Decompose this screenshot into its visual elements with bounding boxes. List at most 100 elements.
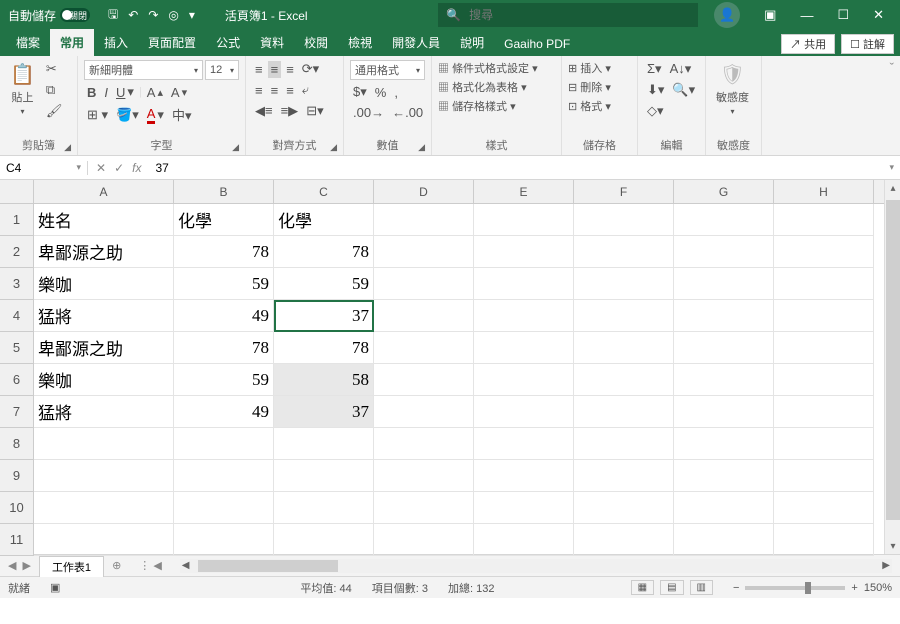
row-header[interactable]: 7 <box>0 396 33 428</box>
row-header[interactable]: 5 <box>0 332 33 364</box>
cell[interactable] <box>34 492 174 524</box>
format-cells-button[interactable]: ⊡ 格式 ▾ <box>568 98 611 114</box>
tab-view[interactable]: 檢視 <box>338 29 382 56</box>
number-format-combo[interactable]: 通用格式▾ <box>350 60 425 80</box>
cell[interactable] <box>674 268 774 300</box>
sheet-tab[interactable]: 工作表1 <box>39 556 104 577</box>
vscroll-thumb[interactable] <box>886 200 900 520</box>
cell[interactable] <box>674 300 774 332</box>
sensitivity-button[interactable]: 🛡敏感度▾ <box>712 60 753 118</box>
cell[interactable] <box>674 332 774 364</box>
tab-data[interactable]: 資料 <box>250 29 294 56</box>
cell[interactable] <box>374 460 474 492</box>
cell[interactable]: 猛將 <box>34 300 174 332</box>
percent-button[interactable]: % <box>372 84 390 101</box>
cell[interactable] <box>34 524 174 556</box>
row-header[interactable]: 2 <box>0 236 33 268</box>
tab-home[interactable]: 常用 <box>50 29 94 56</box>
wrap-text-icon[interactable]: ⤶ <box>299 81 312 99</box>
cell[interactable]: 猛將 <box>34 396 174 428</box>
cell[interactable]: 樂咖 <box>34 364 174 396</box>
tab-file[interactable]: 檔案 <box>6 29 50 56</box>
decrease-indent-icon[interactable]: ◀≡ <box>252 102 276 120</box>
cell[interactable]: 37 <box>274 396 374 428</box>
zoom-slider[interactable] <box>745 586 845 590</box>
format-as-table-button[interactable]: ▦ 格式化為表格 ▾ <box>438 79 538 95</box>
cell[interactable] <box>774 364 874 396</box>
cell[interactable] <box>774 332 874 364</box>
share-button[interactable]: ↗ 共用 <box>781 34 835 54</box>
align-center-icon[interactable]: ≡ <box>268 82 282 99</box>
cell[interactable]: 78 <box>274 332 374 364</box>
cell[interactable] <box>574 396 674 428</box>
cell[interactable] <box>474 204 574 236</box>
bold-button[interactable]: B <box>84 84 99 101</box>
decrease-decimal-icon[interactable]: ←.00 <box>389 104 426 121</box>
cell[interactable] <box>774 268 874 300</box>
row-header[interactable]: 9 <box>0 460 33 492</box>
ribbon-display-icon[interactable]: ▣ <box>764 7 776 23</box>
cell[interactable] <box>674 204 774 236</box>
clipboard-launcher-icon[interactable]: ◢ <box>64 142 71 153</box>
camera-icon[interactable]: ◎ <box>168 8 178 22</box>
formula-input[interactable]: 37 <box>149 161 883 175</box>
cell[interactable] <box>574 300 674 332</box>
cell[interactable] <box>174 460 274 492</box>
cell[interactable] <box>374 236 474 268</box>
row-header[interactable]: 10 <box>0 492 33 524</box>
tab-layout[interactable]: 頁面配置 <box>138 29 206 56</box>
row-header[interactable]: 3 <box>0 268 33 300</box>
increase-font-icon[interactable]: A▴ <box>144 84 166 101</box>
font-launcher-icon[interactable]: ◢ <box>232 142 239 153</box>
cell[interactable] <box>34 460 174 492</box>
scroll-right-icon[interactable]: ▶ <box>882 560 890 571</box>
cell-grid[interactable]: 姓名化學化學卑鄙源之助7878樂咖5959猛將4937卑鄙源之助7878樂咖59… <box>34 204 884 556</box>
cell[interactable] <box>374 428 474 460</box>
cell[interactable]: 78 <box>274 236 374 268</box>
cell[interactable] <box>174 524 274 556</box>
cell[interactable] <box>674 460 774 492</box>
increase-indent-icon[interactable]: ≡▶ <box>278 102 302 120</box>
autosave-toggle[interactable]: 關閉 <box>60 8 90 22</box>
find-select-button[interactable]: 🔍▾ <box>669 81 698 99</box>
col-header[interactable]: G <box>674 180 774 203</box>
align-bottom-icon[interactable]: ≡ <box>283 61 297 78</box>
cell[interactable]: 58 <box>274 364 374 396</box>
select-all-corner[interactable] <box>0 180 34 204</box>
vertical-scrollbar[interactable]: ▴ ▾ <box>884 180 900 554</box>
cell[interactable]: 化學 <box>174 204 274 236</box>
col-header[interactable]: B <box>174 180 274 203</box>
col-header[interactable]: H <box>774 180 874 203</box>
cell[interactable] <box>774 204 874 236</box>
save-icon[interactable]: 🖫 <box>108 5 118 26</box>
col-header[interactable]: D <box>374 180 474 203</box>
zoom-in-icon[interactable]: + <box>851 582 857 594</box>
cell[interactable] <box>374 364 474 396</box>
cell[interactable] <box>374 300 474 332</box>
cell[interactable] <box>474 332 574 364</box>
row-header[interactable]: 6 <box>0 364 33 396</box>
scroll-left-icon[interactable]: ◀ <box>182 560 190 571</box>
tab-gaaiho-pdf[interactable]: Gaaiho PDF <box>494 32 580 56</box>
sheet-nav-prev-icon[interactable]: ◀ <box>8 559 16 572</box>
cell[interactable] <box>674 396 774 428</box>
view-layout-icon[interactable]: ▤ <box>660 580 683 595</box>
cell[interactable] <box>474 364 574 396</box>
cell[interactable] <box>174 428 274 460</box>
search-input[interactable] <box>469 8 690 22</box>
cell[interactable] <box>574 460 674 492</box>
horizontal-scrollbar[interactable]: ◀ ▶ <box>180 559 892 573</box>
fill-color-button[interactable]: 🪣▾ <box>113 106 142 124</box>
cell[interactable] <box>674 428 774 460</box>
close-icon[interactable]: ✕ <box>873 7 884 23</box>
cell[interactable] <box>774 236 874 268</box>
row-header[interactable]: 4 <box>0 300 33 332</box>
format-painter-icon[interactable]: 🖌 <box>43 102 66 120</box>
redo-icon[interactable]: ↷ <box>148 8 158 22</box>
font-size-combo[interactable]: 12▾ <box>205 60 239 80</box>
font-color-button[interactable]: A▾ <box>144 105 167 125</box>
delete-cells-button[interactable]: ⊟ 刪除 ▾ <box>568 79 611 95</box>
comments-button[interactable]: ☐ 註解 <box>841 34 894 54</box>
cell[interactable] <box>474 428 574 460</box>
cell[interactable] <box>774 524 874 556</box>
